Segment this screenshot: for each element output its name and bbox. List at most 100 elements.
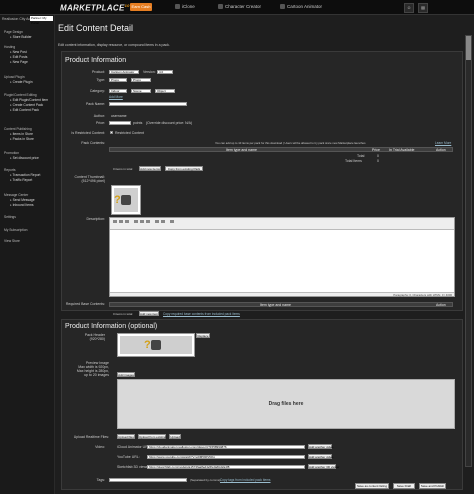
- copy-pack-button[interactable]: Copy from existing Pack: [165, 166, 203, 171]
- total-items-value: 0: [377, 159, 379, 163]
- bold-icon[interactable]: [113, 220, 117, 223]
- sidebar-item-set-discount[interactable]: Set discount price: [10, 156, 39, 160]
- link-icon[interactable]: [155, 220, 159, 223]
- tags-input[interactable]: [109, 478, 187, 482]
- scrollbar[interactable]: [465, 35, 472, 467]
- placeholder-icon: [144, 339, 161, 351]
- type-select-1[interactable]: Props: [109, 78, 127, 82]
- replace-button[interactable]: Replace: [196, 333, 210, 338]
- pack-contents-label: Pack Contents:: [81, 141, 105, 145]
- nav-character-creator[interactable]: Character Creator: [218, 4, 261, 9]
- upload-files-label: Upload Realtime Files:: [73, 435, 109, 439]
- earn-cash-button[interactable]: Earn Cash: [130, 3, 152, 11]
- add-3d-viewer-button[interactable]: Add another 3D viewer: [308, 464, 340, 469]
- scrollbar-thumb[interactable]: [466, 36, 471, 60]
- page-title: Edit Content Detail: [58, 23, 134, 33]
- sidebar-item-traffic-report[interactable]: Traffic Report: [10, 178, 33, 182]
- required-base-label: Required Base Contents:: [65, 302, 105, 306]
- sidebar-item-my-subscription[interactable]: My Subscription: [4, 228, 27, 232]
- price-input[interactable]: [109, 121, 131, 125]
- sidebar-group-reports: Reports: [4, 168, 16, 172]
- sidebar-item-edit-plugin-content[interactable]: Edit Plugin/Content Item: [10, 98, 49, 102]
- cart-icon[interactable]: ▤: [418, 3, 428, 13]
- sketchfab-url-input[interactable]: https://sketchfab.com/models/a1574faa8ed…: [147, 465, 305, 469]
- category-select-2[interactable]: Scene: [131, 89, 151, 93]
- align-left-icon[interactable]: [134, 220, 138, 223]
- product-select[interactable]: Cartoon Animator: [109, 70, 139, 74]
- sidebar-item-store-builder[interactable]: Store Builder: [10, 35, 32, 39]
- version-select[interactable]: 4.0: [157, 70, 173, 74]
- add-more-link[interactable]: Add More: [109, 95, 123, 99]
- sidebar-item-new-post[interactable]: New Post: [10, 50, 27, 54]
- pack-contents-note: You can add up to 10 items per pack for …: [215, 141, 366, 145]
- sidebar-item-edit-content-pack[interactable]: Edit Content Pack: [10, 108, 39, 112]
- upload-files-button[interactable]: Upload files: [117, 434, 135, 439]
- col-item: Item type and name: [226, 148, 257, 152]
- upload-existing-button[interactable]: Upload from existing: [138, 434, 166, 439]
- top-bar: MARKETPLACE10 Earn Cash iClone Character…: [0, 0, 474, 15]
- required-add-button[interactable]: Add new item: [139, 311, 159, 316]
- restricted-label: Is Restricted Content:: [71, 131, 105, 135]
- table-icon[interactable]: [170, 220, 174, 223]
- category-select-1[interactable]: Indoor: [109, 89, 127, 93]
- required-table-header: Item type and name Action: [109, 302, 453, 307]
- required-copy-link[interactable]: Copy required base contents from include…: [163, 312, 240, 316]
- sidebar-item-transaction-report[interactable]: Transaction Report: [10, 173, 41, 177]
- sidebar-item-items-in-store[interactable]: Items in Store: [10, 132, 33, 136]
- tags-copy-link[interactable]: Copy tags from included pack items: [220, 478, 271, 482]
- sidebar-item-send-message[interactable]: Send Message: [10, 198, 35, 202]
- underline-icon[interactable]: [125, 220, 129, 223]
- marketplace-logo[interactable]: MARKETPLACE10: [60, 3, 130, 13]
- price-unit: points: [133, 121, 143, 125]
- main-content: Edit Content Detail Edit content informa…: [55, 15, 474, 494]
- type-select-2[interactable]: Props: [131, 78, 151, 82]
- italic-icon[interactable]: [119, 220, 123, 223]
- add-images-button[interactable]: Add images: [117, 372, 135, 377]
- sidebar-item-create-content-pack[interactable]: Create Content Pack: [10, 103, 44, 107]
- save-draft-button[interactable]: Save Draft: [393, 483, 415, 489]
- nav-cartoon-animator[interactable]: Cartoon Animator: [280, 4, 322, 9]
- icloud-url-input[interactable]: https://cloudanimator.reallusion.com/pla…: [147, 445, 305, 449]
- price-label: Price:: [96, 121, 105, 125]
- account-select[interactable]: Partner: My Portal: [30, 16, 53, 25]
- tags-label: Tags:: [96, 478, 105, 482]
- learn-more-link[interactable]: Learn More: [435, 141, 451, 145]
- category-label: Category:: [89, 89, 105, 93]
- drop-zone[interactable]: Drag files here: [117, 379, 455, 429]
- pack-name-input[interactable]: [109, 102, 187, 106]
- thumbnail-size: (512*496 pixel): [81, 179, 105, 183]
- user-icon[interactable]: ☺: [404, 3, 414, 13]
- sidebar-item-view-store[interactable]: View Store: [4, 239, 20, 243]
- sidebar-item-settings[interactable]: Settings: [4, 215, 16, 219]
- save-listing-button[interactable]: Save as content listing: [355, 483, 389, 489]
- save-publish-button[interactable]: Save and Publish: [419, 483, 446, 489]
- col-action: Action: [436, 148, 446, 152]
- sidebar-group-plugin-content-editing: Plugin/Content Editing: [4, 93, 37, 97]
- list-icon[interactable]: [146, 220, 150, 223]
- youtube-url-input[interactable]: https://www.youtube.com/watch?v=eDM59Px5…: [147, 455, 305, 459]
- nav-iclone[interactable]: iClone: [175, 4, 195, 9]
- nav-label: Character Creator: [225, 4, 262, 9]
- description-label: Description:: [86, 217, 105, 221]
- sidebar-item-create-plugin[interactable]: Create Plugin: [10, 80, 33, 84]
- version-label: Version:: [143, 70, 156, 74]
- description-editor[interactable]: Paragraphs: 0, Characters with HTML: 0 /…: [109, 217, 455, 297]
- logo-text: MARKETPLACE: [60, 3, 125, 13]
- image-icon[interactable]: [161, 220, 165, 223]
- align-center-icon[interactable]: [140, 220, 144, 223]
- sidebar-group-upload-plugin: Upload Plugin: [4, 75, 25, 79]
- thumbnail-image: [114, 188, 138, 212]
- sidebar-item-edit-posts[interactable]: Edit Posts: [10, 55, 28, 59]
- content-thumbnail[interactable]: [111, 185, 141, 215]
- restricted-checkbox[interactable]: [110, 131, 113, 134]
- pack-header-image[interactable]: [117, 333, 195, 357]
- sidebar-item-inbound-items[interactable]: Inbound Items: [10, 203, 34, 207]
- category-select-3[interactable]: Object: [155, 89, 175, 93]
- sidebar-item-new-page[interactable]: New Page: [10, 60, 28, 64]
- add-video-button-2[interactable]: Add another video: [308, 454, 333, 459]
- add-items-button[interactable]: Add new items: [139, 166, 161, 171]
- sidebar-item-packs-in-store[interactable]: Packs in Store: [10, 137, 34, 141]
- add-video-button-1[interactable]: Add another video: [308, 444, 333, 449]
- upload-button[interactable]: Upload: [169, 434, 181, 439]
- character-creator-icon: [218, 4, 223, 9]
